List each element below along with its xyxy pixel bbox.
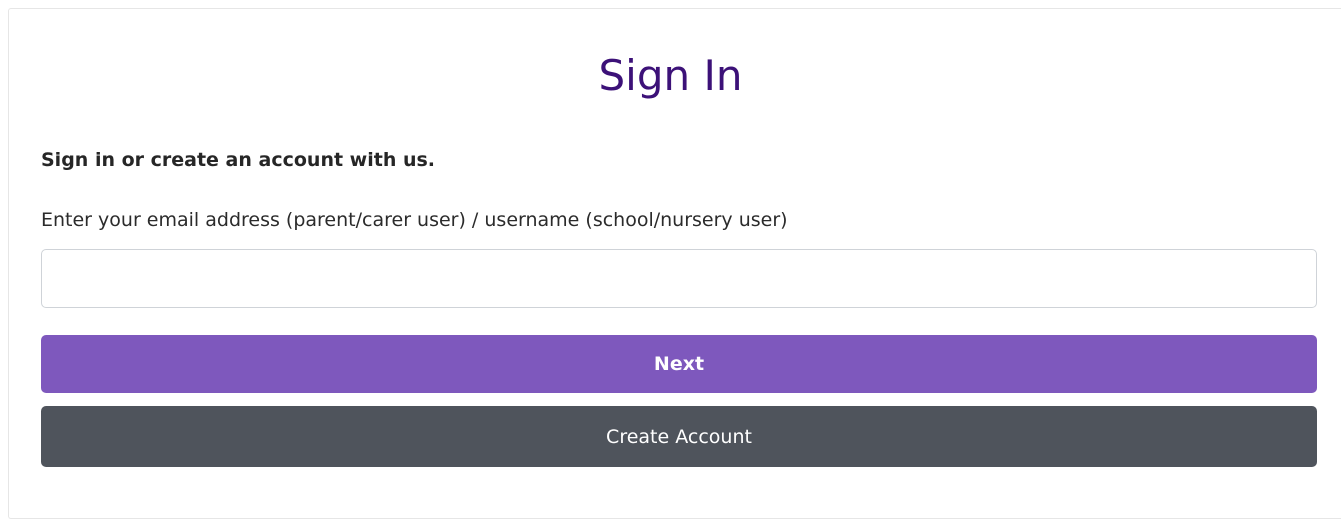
page-title: Sign In (598, 51, 743, 100)
email-username-input[interactable] (41, 249, 1317, 308)
email-username-label: Enter your email address (parent/carer u… (41, 209, 788, 231)
sign-in-page: Sign In Sign in or create an account wit… (0, 0, 1341, 521)
create-account-button[interactable]: Create Account (41, 406, 1317, 467)
sign-in-subtitle: Sign in or create an account with us. (41, 149, 436, 171)
next-button[interactable]: Next (41, 335, 1317, 393)
